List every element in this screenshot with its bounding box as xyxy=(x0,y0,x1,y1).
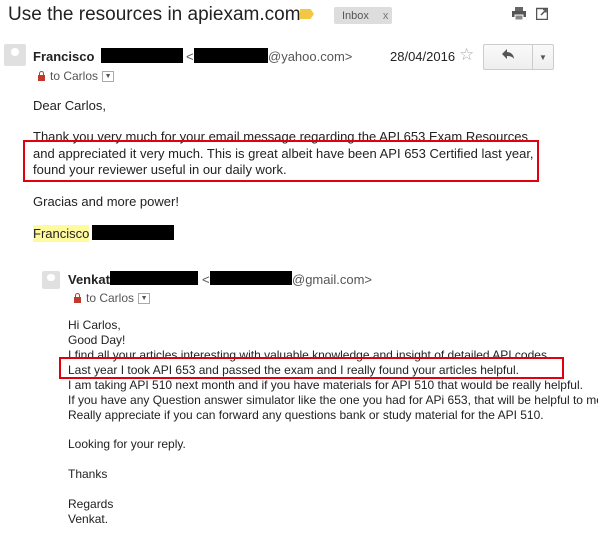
email-open-bracket: < xyxy=(186,49,194,64)
more-dropdown-icon[interactable]: ▼ xyxy=(539,53,547,62)
star-icon[interactable]: ☆ xyxy=(459,45,474,65)
remove-label-icon[interactable]: x xyxy=(383,10,389,22)
quoted-regards: Regards xyxy=(68,497,114,511)
recipient-line: to Carlos ▼ xyxy=(38,69,115,83)
quoted-thanks: Thanks xyxy=(68,467,108,481)
email-subject: Use the resources in apiexam.com xyxy=(8,4,301,25)
details-dropdown-icon[interactable]: ▼ xyxy=(102,71,115,83)
sender-name: Francisco xyxy=(33,49,95,64)
reply-divider xyxy=(532,45,533,69)
quoted-to-carlos: to Carlos xyxy=(86,291,135,305)
quoted-line-5: I am taking API 510 next month and if yo… xyxy=(68,378,583,392)
quoted-recipient-line: to Carlos ▼ xyxy=(74,291,151,305)
message-date: 28/04/2016 xyxy=(390,49,456,64)
quoted-looking: Looking for your reply. xyxy=(68,437,186,451)
body-line-2: and appreciated it very much. This is gr… xyxy=(33,146,534,161)
quoted-name: Venkat. xyxy=(68,512,109,526)
redacted-email-user xyxy=(194,48,268,63)
quoted-sender-avatar xyxy=(42,271,60,289)
signature-name: Francisco xyxy=(33,225,90,242)
new-window-icon[interactable] xyxy=(535,7,549,23)
print-icon[interactable] xyxy=(512,7,526,23)
redacted-quoted-email xyxy=(210,271,292,285)
body-line-3: found your reviewer useful in our daily … xyxy=(33,162,287,177)
redacted-quoted-surname xyxy=(110,271,198,285)
inbox-label-text: Inbox xyxy=(342,9,369,22)
closing-line: Gracias and more power! xyxy=(33,194,179,209)
quoted-email-domain: @gmail.com> xyxy=(292,272,373,287)
inbox-label-badge[interactable]: Inbox x xyxy=(334,7,392,24)
lock-icon xyxy=(74,293,81,303)
quoted-sender-name: Venkat xyxy=(68,272,110,287)
sender-line[interactable]: Francisco xyxy=(33,49,94,64)
quoted-line-1: Hi Carlos, xyxy=(68,318,121,332)
reply-icon[interactable] xyxy=(501,47,515,64)
redacted-sender-surname xyxy=(101,48,183,63)
quoted-details-dropdown-icon[interactable]: ▼ xyxy=(138,293,151,305)
quoted-line-2: Good Day! xyxy=(68,333,126,347)
highlight-box-quoted xyxy=(59,357,564,379)
quoted-line-7: Really appreciate if you can forward any… xyxy=(68,408,544,422)
redacted-signature xyxy=(92,225,174,240)
quoted-line-6: If you have any Question answer simulato… xyxy=(68,393,598,407)
sender-email-domain: @yahoo.com> xyxy=(268,49,353,64)
to-carlos: to Carlos xyxy=(50,69,99,83)
label-tag-icon[interactable] xyxy=(300,9,314,19)
quoted-sender-line[interactable]: Venkat xyxy=(68,272,110,287)
greeting: Dear Carlos, xyxy=(33,98,106,113)
sender-avatar xyxy=(4,44,26,66)
quoted-email-open: < xyxy=(202,272,210,287)
reply-button-group[interactable]: ▼ xyxy=(483,44,554,70)
lock-icon xyxy=(38,71,45,81)
